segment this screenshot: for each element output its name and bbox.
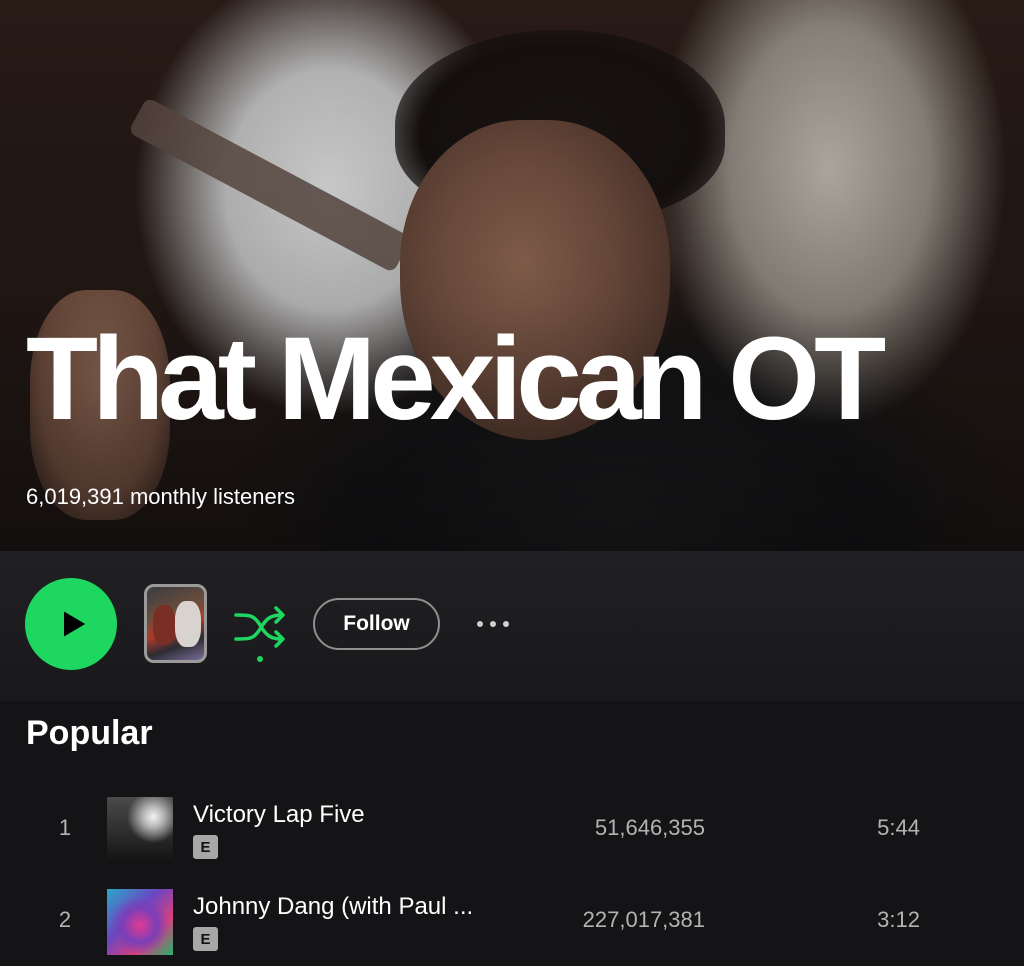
artist-name: That Mexican OT	[26, 313, 886, 445]
track-title[interactable]: Victory Lap Five	[193, 801, 365, 829]
play-icon	[63, 611, 85, 637]
more-options-button[interactable]	[468, 611, 518, 637]
track-number: 1	[58, 815, 72, 840]
track-number: 2	[58, 907, 72, 932]
shuffle-icon	[234, 606, 285, 662]
track-row[interactable]: 1 Victory Lap Five E 51,646,355 5:44	[0, 797, 1024, 877]
track-duration: 3:12	[877, 907, 920, 932]
track-play-count: 51,646,355	[594, 815, 705, 840]
track-play-count: 227,017,381	[582, 907, 705, 932]
action-bar: Follow	[0, 551, 1024, 701]
explicit-badge: E	[193, 927, 218, 951]
follow-button[interactable]: Follow	[313, 598, 440, 650]
more-options-icon	[477, 621, 483, 627]
track-row[interactable]: 2 Johnny Dang (with Paul ... E 227,017,3…	[0, 889, 1024, 966]
artist-hero: That Mexican OT 6,019,391 monthly listen…	[0, 0, 1024, 551]
more-options-icon-dot	[503, 621, 509, 627]
preview-thumbnail-button[interactable]	[144, 584, 207, 663]
track-title[interactable]: Johnny Dang (with Paul ...	[193, 893, 473, 921]
track-cover-art	[107, 889, 173, 955]
track-cover-art	[107, 797, 173, 863]
popular-heading: Popular	[26, 714, 153, 752]
track-duration: 5:44	[877, 815, 920, 840]
monthly-listeners: 6,019,391 monthly listeners	[26, 484, 296, 509]
popular-section: Popular 1 Victory Lap Five E 51,646,355 …	[0, 701, 1024, 966]
more-options-icon-dot	[490, 621, 496, 627]
hero-shade	[0, 0, 1024, 551]
thumbnail-figure-left	[153, 605, 175, 645]
thumbnail-figure-right	[175, 601, 201, 647]
explicit-badge: E	[193, 835, 218, 859]
shuffle-button[interactable]	[232, 601, 288, 663]
play-button[interactable]	[25, 578, 117, 670]
